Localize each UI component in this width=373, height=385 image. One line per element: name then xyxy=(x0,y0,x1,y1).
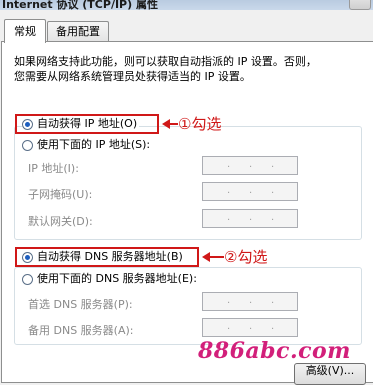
manual-dns-radio[interactable] xyxy=(22,273,33,285)
subnet-mask-label: 子网掩码(U): xyxy=(28,188,93,201)
ip-address-field: ... xyxy=(202,156,298,175)
ip-address-label: IP 地址(I): xyxy=(28,162,79,175)
auto-dns-radio[interactable] xyxy=(22,251,33,263)
manual-ip-radio[interactable] xyxy=(22,139,33,151)
auto-dns-option[interactable]: 自动获得 DNS 服务器地址(B) xyxy=(22,250,185,264)
auto-dns-label: 自动获得 DNS 服务器地址(B) xyxy=(37,250,183,263)
arrow-line-1 xyxy=(168,123,178,125)
tab-general[interactable]: 常规 xyxy=(4,19,46,43)
auto-ip-radio[interactable] xyxy=(22,118,33,130)
intro-line-1: 如果网络支持此功能，则可以获取自动指派的 IP 设置。否则， xyxy=(14,55,317,68)
default-gateway-field: ... xyxy=(202,209,298,228)
manual-ip-label: 使用下面的 IP 地址(S): xyxy=(37,138,151,151)
intro-text: 如果网络支持此功能，则可以获取自动指派的 IP 设置。否则， 您需要从网络系统管… xyxy=(14,54,317,84)
advanced-button[interactable]: 高级(V)... xyxy=(294,363,366,385)
annotation-step-2: ②勾选 xyxy=(224,248,268,266)
manual-dns-label: 使用下面的 DNS 服务器地址(E): xyxy=(37,272,197,285)
arrow-line-2 xyxy=(208,256,224,258)
preferred-dns-field: ... xyxy=(202,292,298,311)
alternate-dns-label: 备用 DNS 服务器(A): xyxy=(28,324,134,337)
title-bar: Internet 协议 (TCP/IP) 属性 xyxy=(0,0,373,10)
auto-ip-option[interactable]: 自动获得 IP 地址(O) xyxy=(22,117,140,131)
manual-ip-option[interactable]: 使用下面的 IP 地址(S): xyxy=(22,138,153,152)
intro-line-2: 您需要从网络系统管理员处获得适当的 IP 设置。 xyxy=(14,70,251,83)
site-watermark: 886abc.com xyxy=(198,338,351,364)
close-button[interactable] xyxy=(349,0,371,10)
annotation-step-1: ①勾选 xyxy=(178,115,222,133)
manual-dns-option[interactable]: 使用下面的 DNS 服务器地址(E): xyxy=(22,272,199,286)
window-title: Internet 协议 (TCP/IP) 属性 xyxy=(2,0,158,10)
auto-ip-label: 自动获得 IP 地址(O) xyxy=(37,117,138,130)
alternate-dns-field: ... xyxy=(202,318,298,337)
tab-strip: 常规 备用配置 xyxy=(0,19,373,43)
tab-alternate-config[interactable]: 备用配置 xyxy=(47,21,109,42)
default-gateway-label: 默认网关(D): xyxy=(28,215,93,228)
preferred-dns-label: 首选 DNS 服务器(P): xyxy=(28,298,133,311)
subnet-mask-field: ... xyxy=(202,182,298,201)
